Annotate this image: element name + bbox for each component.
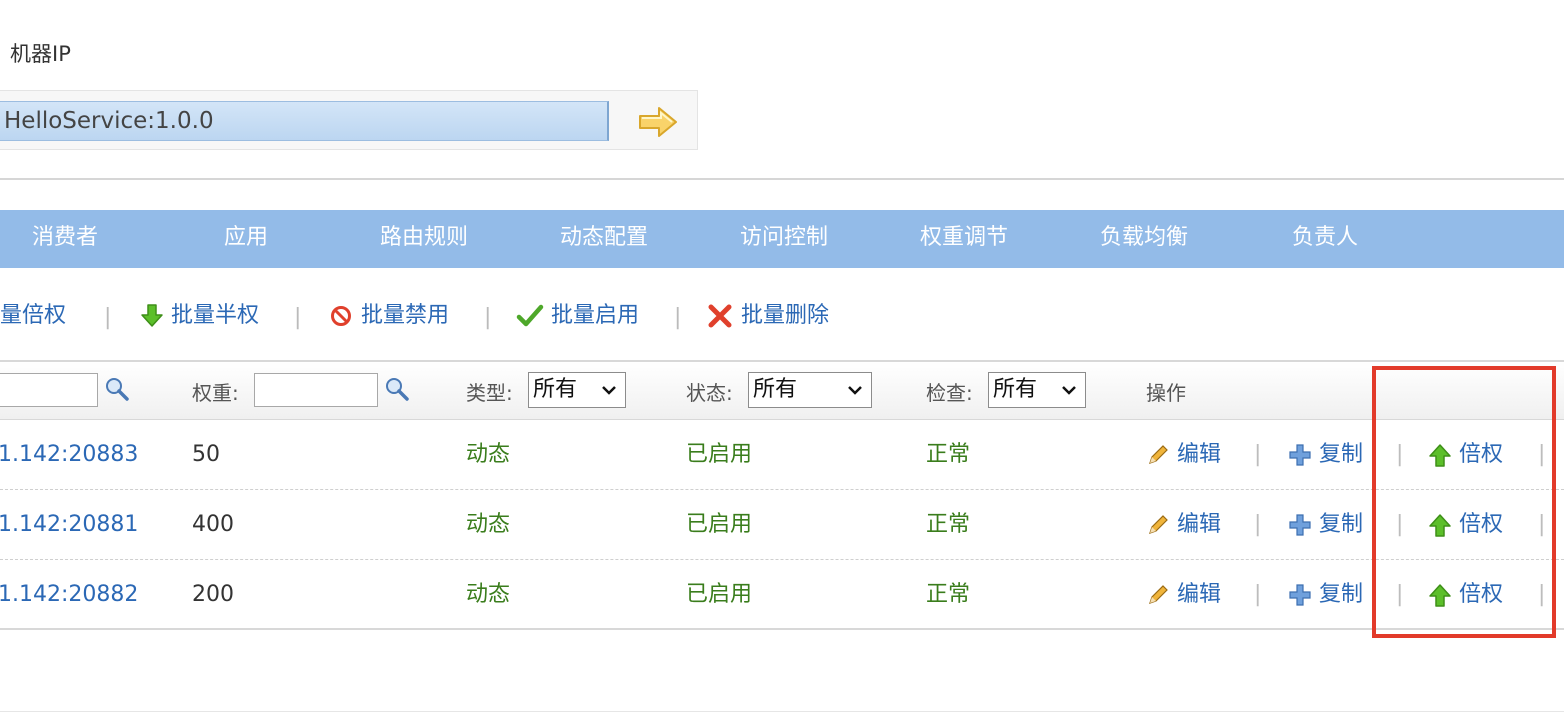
plus-icon xyxy=(1289,584,1311,606)
status-filter-value: 所有 xyxy=(753,377,798,402)
edit-label: 编辑 xyxy=(1177,512,1222,537)
separator: | xyxy=(1254,512,1262,537)
copy-button[interactable]: 复制 xyxy=(1288,490,1363,560)
highlight-annotation-box xyxy=(1372,366,1556,638)
type-value: 动态 xyxy=(466,442,511,467)
batch-double-weight-button[interactable]: 批量倍权 xyxy=(0,298,66,334)
table-row: 1.142:20881 400 动态 已启用 正常 编辑 | 复制 | 倍权 | xyxy=(0,490,1564,560)
pencil-icon xyxy=(1149,445,1168,464)
type-filter-label: 类型: xyxy=(466,381,513,405)
bottom-divider xyxy=(0,711,1564,712)
section-divider xyxy=(0,178,1564,180)
copy-button[interactable]: 复制 xyxy=(1288,560,1363,630)
edit-button[interactable]: 编辑 xyxy=(1146,490,1221,560)
chevron-down-icon xyxy=(848,386,862,395)
search-panel xyxy=(0,90,698,150)
tab-load-balance[interactable]: 负载均衡 xyxy=(1100,210,1188,268)
provider-address-link[interactable]: 1.142:20883 xyxy=(0,420,138,490)
forbidden-icon xyxy=(331,306,351,326)
check-filter-select[interactable]: 所有 xyxy=(988,372,1086,408)
table-row: 1.142:20882 200 动态 已启用 正常 编辑 | 复制 | 倍权 | xyxy=(0,560,1564,630)
separator: | xyxy=(294,305,302,330)
copy-label: 复制 xyxy=(1319,582,1364,607)
batch-disable-button[interactable]: 批量禁用 xyxy=(328,298,449,334)
tab-routing-rules[interactable]: 路由规则 xyxy=(380,210,468,268)
batch-half-weight-button[interactable]: 批量半权 xyxy=(140,298,259,334)
plus-icon xyxy=(1289,444,1311,466)
copy-label: 复制 xyxy=(1319,512,1364,537)
status-filter-select[interactable]: 所有 xyxy=(748,372,872,408)
batch-disable-label: 批量禁用 xyxy=(361,303,450,328)
batch-double-label: 批量倍权 xyxy=(0,303,67,328)
machine-ip-label: 机器IP xyxy=(10,42,71,66)
weight-value: 200 xyxy=(192,582,234,607)
status-filter-label: 状态: xyxy=(686,381,733,405)
edit-label: 编辑 xyxy=(1177,582,1222,607)
type-filter-select[interactable]: 所有 xyxy=(528,372,626,408)
type-value: 动态 xyxy=(466,582,511,607)
tab-consumers[interactable]: 消费者 xyxy=(32,210,98,268)
arrow-down-green-icon xyxy=(141,304,163,327)
copy-label: 复制 xyxy=(1319,442,1364,467)
check-filter-value: 所有 xyxy=(993,377,1038,402)
magnifier-icon[interactable] xyxy=(384,376,410,402)
separator: | xyxy=(1254,582,1262,607)
plus-icon xyxy=(1289,514,1311,536)
table-row: 1.142:20883 50 动态 已启用 正常 编辑 | 复制 | 倍权 | xyxy=(0,420,1564,490)
address-filter-input[interactable] xyxy=(0,373,98,407)
chevron-down-icon xyxy=(1062,386,1076,395)
batch-enable-button[interactable]: 批量启用 xyxy=(516,298,639,334)
arrow-right-icon xyxy=(639,107,677,137)
batch-delete-label: 批量删除 xyxy=(741,303,830,328)
separator: | xyxy=(674,305,682,330)
service-search-input[interactable] xyxy=(0,101,609,141)
operation-column-header: 操作 xyxy=(1146,381,1186,405)
separator: | xyxy=(1254,442,1262,467)
pencil-icon xyxy=(1149,515,1168,534)
tab-applications[interactable]: 应用 xyxy=(224,210,268,268)
tab-dynamic-config[interactable]: 动态配置 xyxy=(560,210,648,268)
edit-label: 编辑 xyxy=(1177,442,1222,467)
pencil-icon xyxy=(1149,585,1168,604)
batch-half-label: 批量半权 xyxy=(171,303,260,328)
type-value: 动态 xyxy=(466,512,511,537)
tab-owner[interactable]: 负责人 xyxy=(1292,210,1358,268)
edit-button[interactable]: 编辑 xyxy=(1146,560,1221,630)
delete-x-icon xyxy=(708,304,732,328)
separator: | xyxy=(484,305,492,330)
edit-button[interactable]: 编辑 xyxy=(1146,420,1221,490)
go-button[interactable] xyxy=(637,105,679,139)
check-filter-label: 检查: xyxy=(926,381,973,405)
tab-weight-adjust[interactable]: 权重调节 xyxy=(920,210,1008,268)
status-value: 已启用 xyxy=(686,512,753,537)
weight-value: 50 xyxy=(192,442,220,467)
batch-delete-button[interactable]: 批量删除 xyxy=(706,298,829,334)
check-value: 正常 xyxy=(926,582,971,607)
tab-access-control[interactable]: 访问控制 xyxy=(740,210,828,268)
copy-button[interactable]: 复制 xyxy=(1288,420,1363,490)
batch-enable-label: 批量启用 xyxy=(551,303,640,328)
check-value: 正常 xyxy=(926,442,971,467)
weight-filter-label: 权重: xyxy=(192,381,239,405)
weight-value: 400 xyxy=(192,512,234,537)
separator: | xyxy=(104,305,112,330)
status-value: 已启用 xyxy=(686,582,753,607)
type-filter-value: 所有 xyxy=(533,377,578,402)
weight-filter-input[interactable] xyxy=(254,373,378,407)
tab-bar: 消费者 应用 路由规则 动态配置 访问控制 权重调节 负载均衡 负责人 xyxy=(0,210,1564,268)
check-value: 正常 xyxy=(926,512,971,537)
magnifier-icon[interactable] xyxy=(104,376,130,402)
check-icon xyxy=(516,304,544,327)
provider-table: 权重: 类型: 所有 状态: 所有 检查: 所有 操作 1.142:20883 … xyxy=(0,360,1564,632)
status-value: 已启用 xyxy=(686,442,753,467)
chevron-down-icon xyxy=(602,386,616,395)
provider-address-link[interactable]: 1.142:20882 xyxy=(0,560,138,630)
provider-address-link[interactable]: 1.142:20881 xyxy=(0,490,138,560)
filter-row: 权重: 类型: 所有 状态: 所有 检查: 所有 操作 xyxy=(0,360,1564,420)
